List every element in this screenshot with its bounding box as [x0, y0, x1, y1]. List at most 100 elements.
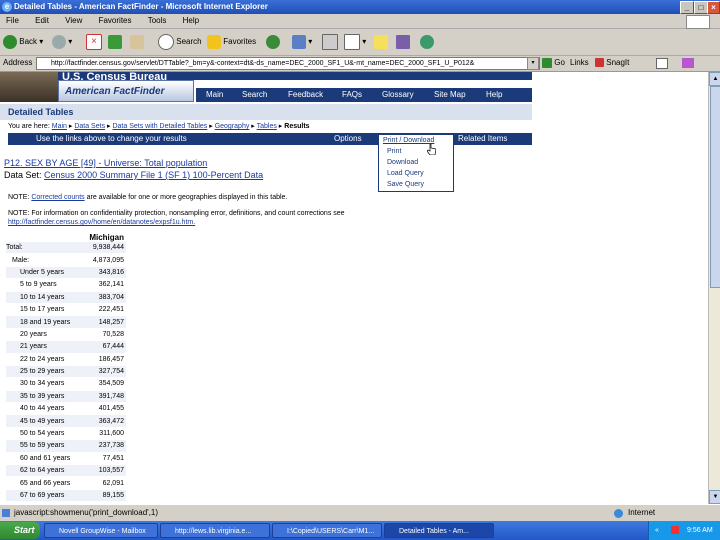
- start-button[interactable]: Start: [0, 522, 40, 539]
- links-button[interactable]: Links: [570, 55, 589, 71]
- snagit-icon: [595, 58, 604, 68]
- scroll-up-button[interactable]: ▲: [709, 72, 720, 86]
- close-button[interactable]: ×: [707, 1, 720, 14]
- menu-file[interactable]: File: [6, 16, 19, 25]
- windows-logo-icon: [686, 15, 710, 29]
- messenger-button[interactable]: [420, 32, 434, 52]
- menu-item-save-query[interactable]: Save Query: [379, 179, 453, 190]
- forward-arrow-icon: [52, 34, 66, 49]
- scroll-thumb[interactable]: [710, 86, 720, 288]
- history-button[interactable]: [266, 32, 280, 52]
- clock: 9:56 AM: [687, 527, 713, 534]
- tray-app-icon[interactable]: [671, 526, 679, 534]
- favorites-button[interactable]: Favorites: [207, 32, 256, 52]
- refresh-icon: [108, 34, 122, 49]
- go-button[interactable]: Go: [542, 55, 565, 71]
- mail-button[interactable]: ▾: [292, 32, 312, 52]
- task-detailed-tables[interactable]: Detailed Tables - Am...: [384, 523, 494, 538]
- tray-arrows-icon[interactable]: «: [655, 521, 659, 540]
- menu-edit[interactable]: Edit: [35, 16, 49, 25]
- nav-site-map[interactable]: Site Map: [434, 88, 466, 102]
- maximize-button[interactable]: □: [694, 1, 708, 14]
- snagit-button[interactable]: SnagIt: [595, 55, 629, 71]
- title-bar: e Detailed Tables - American FactFinder …: [0, 0, 720, 14]
- row-label: Male:: [6, 253, 82, 267]
- row-value: 343,816: [81, 266, 126, 280]
- row-label: 65 and 66 years: [6, 476, 82, 490]
- breadcrumb-tables[interactable]: Tables: [257, 123, 277, 130]
- row-label: 25 to 29 years: [6, 365, 82, 379]
- row-label: 18 and 19 years: [6, 315, 82, 329]
- table-row: 22 to 24 years 186,457: [6, 353, 126, 366]
- scroll-down-button[interactable]: ▼: [709, 490, 720, 504]
- row-value: 62,091: [81, 476, 126, 490]
- row-label: 67 to 69 years: [6, 489, 82, 503]
- breadcrumb-main[interactable]: Main: [52, 123, 67, 130]
- datanotes-link[interactable]: http://factfinder.census.gov/home/en/dat…: [8, 218, 345, 227]
- note-corrected-counts: NOTE: Corrected counts are available for…: [8, 194, 287, 201]
- factfinder-logo[interactable]: American FactFinder: [58, 80, 194, 102]
- url-field[interactable]: http://factfinder.census.gov/servlet/DTT…: [36, 57, 540, 70]
- nav-faqs[interactable]: FAQs: [342, 88, 362, 102]
- row-value: 311,600: [81, 427, 126, 441]
- task-copied-folder[interactable]: I:\Copied\USERS\Carr\M1...: [272, 523, 382, 538]
- nav-main[interactable]: Main: [206, 88, 223, 102]
- favorites-label: Favorites: [223, 37, 257, 46]
- forward-button[interactable]: ▾: [52, 32, 72, 52]
- row-label: 21 years: [6, 340, 82, 354]
- dataset-link[interactable]: Census 2000 Summary File 1 (SF 1) 100-Pe…: [44, 170, 263, 180]
- menu-view[interactable]: View: [65, 16, 82, 25]
- back-button[interactable]: Back ▾: [3, 32, 43, 52]
- census-bureau-banner: U.S. Census Bureau: [58, 72, 532, 80]
- menu-help[interactable]: Help: [183, 16, 199, 25]
- minimize-button[interactable]: _: [680, 1, 694, 14]
- edit-button[interactable]: ▾: [344, 32, 366, 52]
- print-button[interactable]: [322, 32, 338, 52]
- snagit-window-icon[interactable]: [656, 58, 668, 69]
- row-value: 401,455: [81, 402, 126, 416]
- history-icon: [266, 34, 280, 49]
- stop-button[interactable]: ×: [86, 32, 102, 52]
- window-title: Detailed Tables - American FactFinder - …: [14, 2, 268, 11]
- menu-favorites[interactable]: Favorites: [99, 16, 132, 25]
- row-value: 4,873,095: [81, 253, 126, 267]
- research-button[interactable]: [396, 32, 410, 52]
- nav-help[interactable]: Help: [486, 88, 502, 102]
- row-label: 60 and 61 years: [6, 452, 82, 466]
- extension-icon[interactable]: [682, 58, 694, 68]
- menu-item-print[interactable]: Print: [379, 146, 453, 157]
- table-row: 5 to 9 years 362,141: [6, 278, 126, 292]
- discuss-button[interactable]: [374, 32, 388, 52]
- address-dropdown-button[interactable]: ▾: [527, 57, 539, 70]
- print-download-menu-header[interactable]: Print / Download: [379, 135, 453, 146]
- breadcrumb-detailed-tables[interactable]: Data Sets with Detailed Tables: [112, 123, 207, 130]
- refresh-button[interactable]: [108, 32, 122, 52]
- table-title[interactable]: P12. SEX BY AGE [49] - Universe: Total p…: [4, 158, 207, 168]
- page-icon: [2, 509, 10, 517]
- options-menu[interactable]: Options: [334, 133, 362, 145]
- row-value: 363,472: [81, 414, 126, 428]
- vertical-scrollbar[interactable]: ▲ ▼: [708, 72, 720, 504]
- table-row: 50 to 54 years 311,600: [6, 427, 126, 441]
- menu-item-load-query[interactable]: Load Query: [379, 168, 453, 179]
- instruction-text: Use the links above to change your resul…: [36, 134, 187, 143]
- row-value: 148,257: [81, 315, 126, 329]
- menu-tools[interactable]: Tools: [148, 16, 167, 25]
- search-button[interactable]: Search: [158, 32, 202, 52]
- breadcrumb-data-sets[interactable]: Data Sets: [74, 123, 105, 130]
- related-items-menu[interactable]: Related Items: [458, 133, 507, 145]
- corrected-counts-link[interactable]: Corrected counts: [31, 194, 84, 201]
- nav-feedback[interactable]: Feedback: [288, 88, 323, 102]
- table-row: Total: 9,938,444: [6, 242, 126, 255]
- table-row: 45 to 49 years 363,472: [6, 414, 126, 428]
- breadcrumb-geography[interactable]: Geography: [215, 123, 250, 130]
- taskbar: Start Novell GroupWise - Mailbox http://…: [0, 521, 720, 540]
- task-lib-virginia[interactable]: http://lews.lib.virginia.e...: [160, 523, 270, 538]
- nav-search[interactable]: Search: [242, 88, 267, 102]
- home-button[interactable]: [130, 32, 144, 52]
- task-groupwise[interactable]: Novell GroupWise - Mailbox: [44, 523, 158, 538]
- nav-glossary[interactable]: Glossary: [382, 88, 414, 102]
- back-arrow-icon: [3, 34, 17, 49]
- menu-item-download[interactable]: Download: [379, 157, 453, 168]
- table-row: 60 and 61 years 77,451: [6, 452, 126, 466]
